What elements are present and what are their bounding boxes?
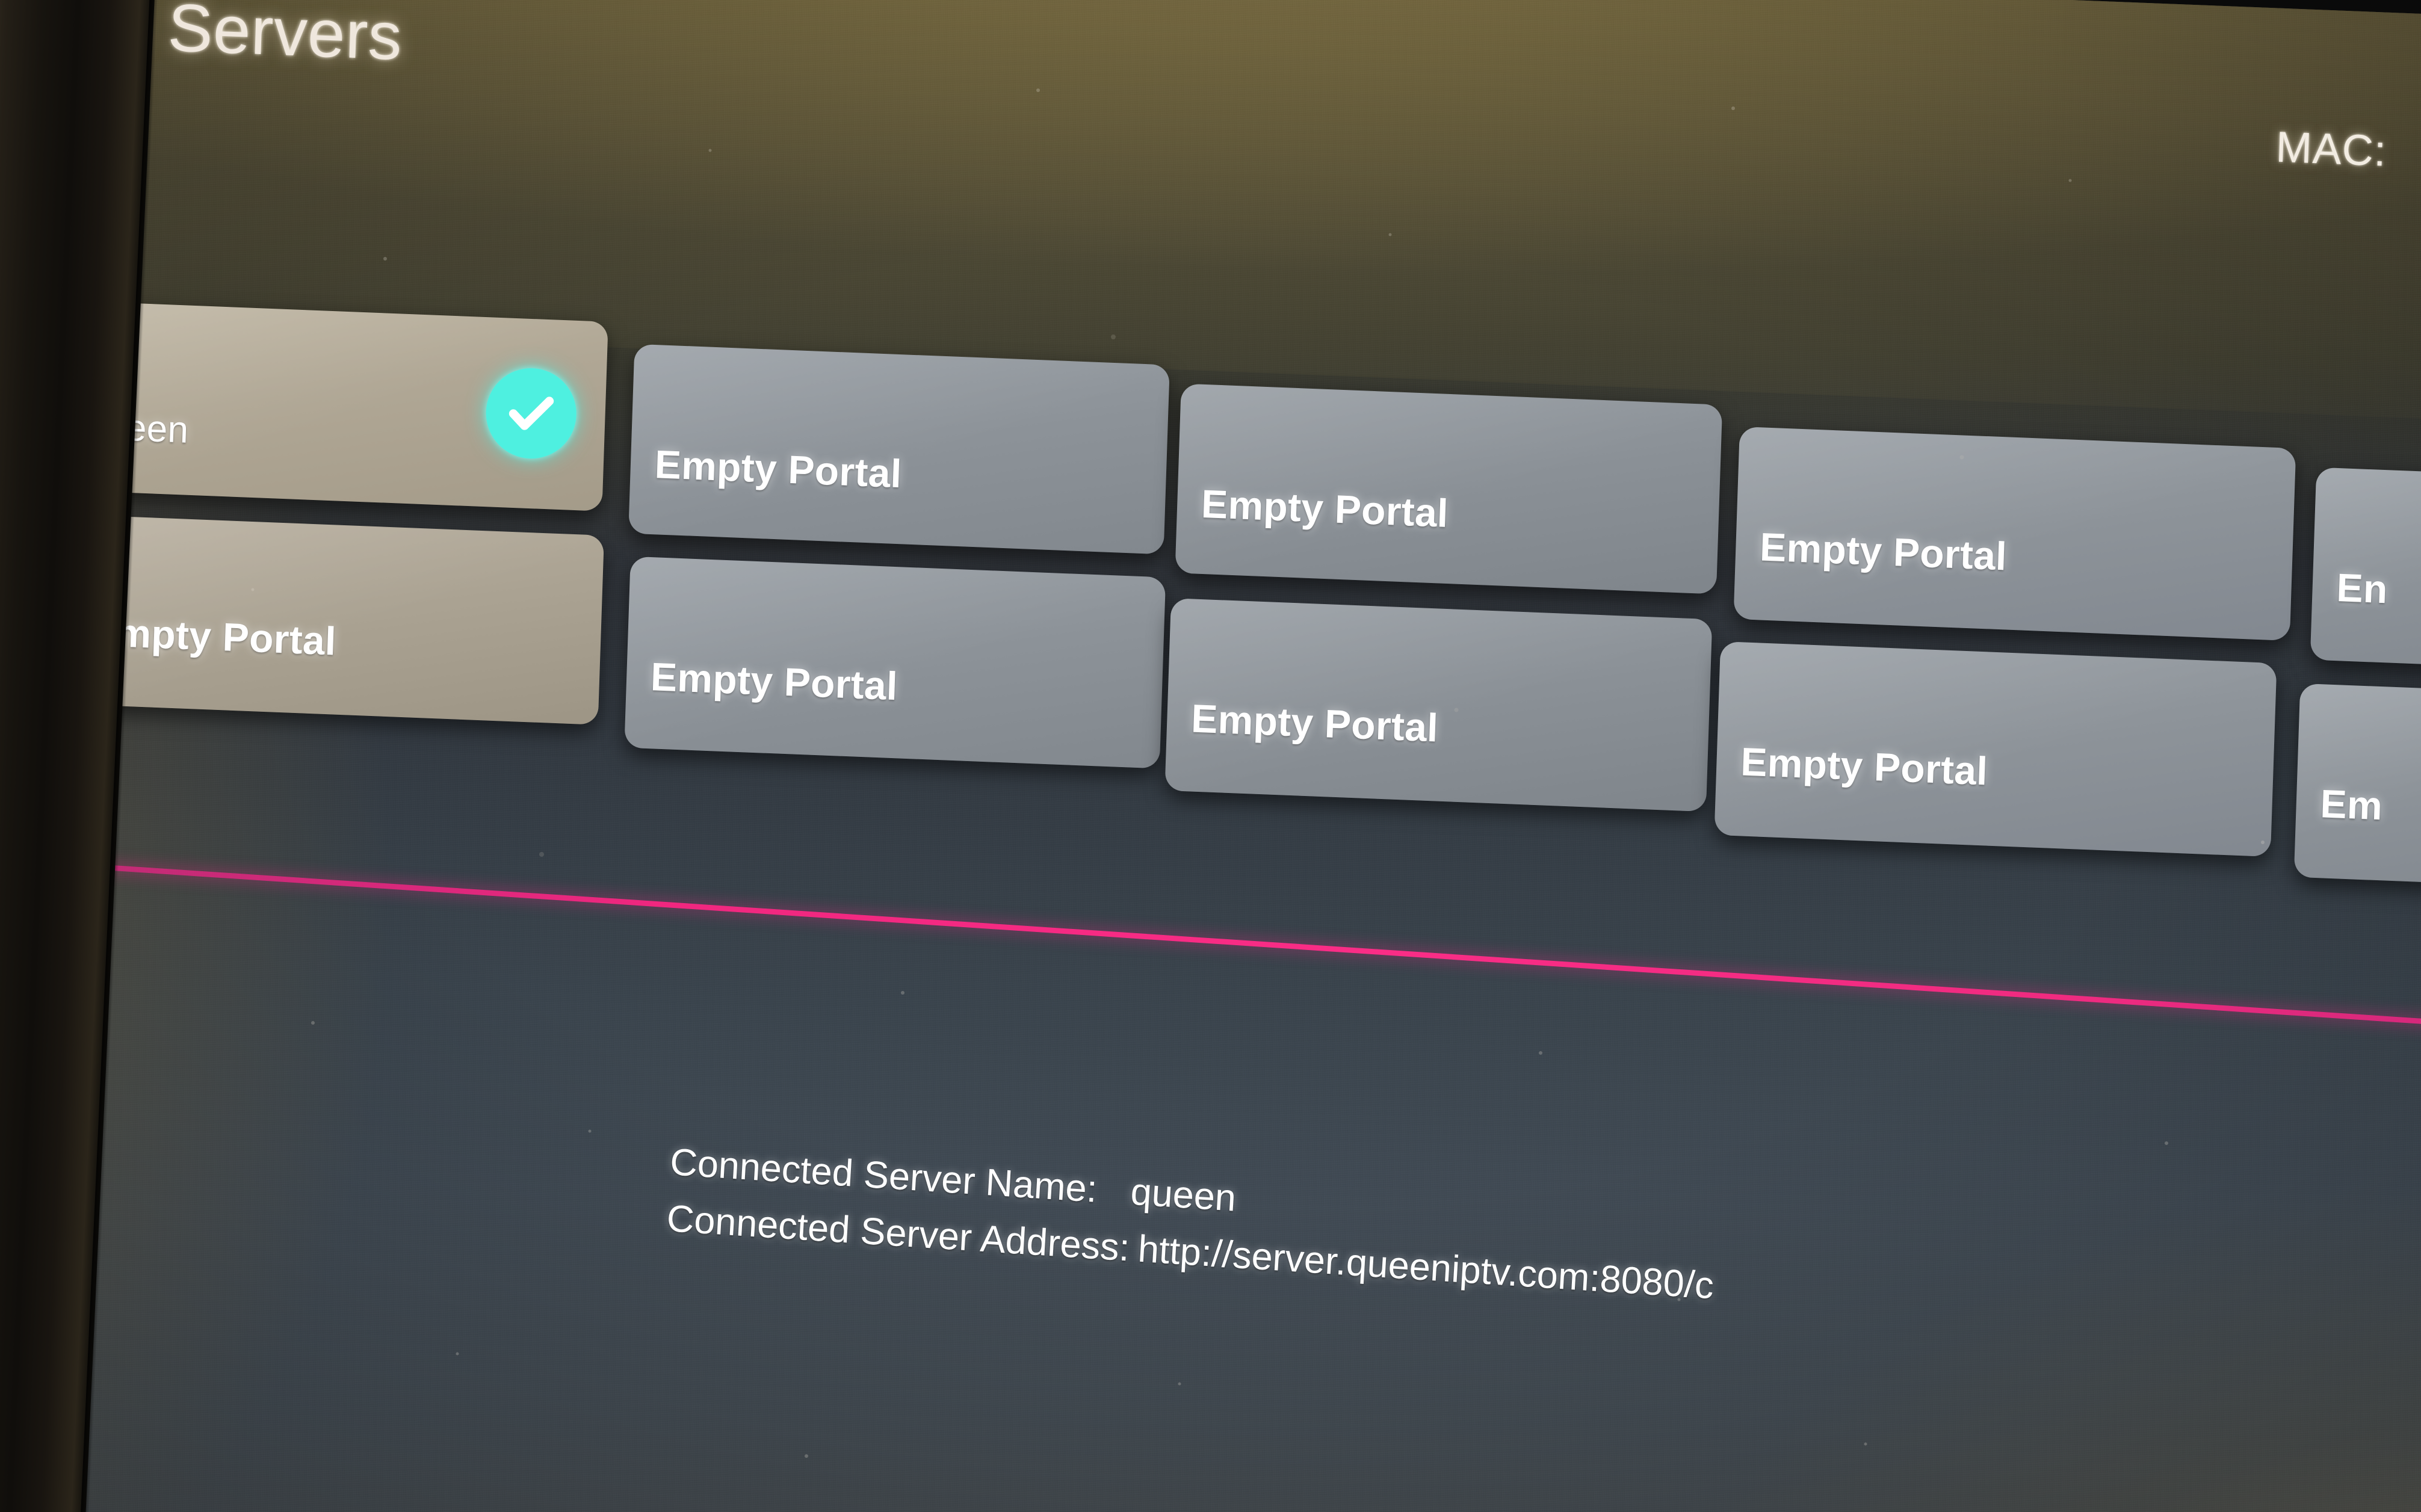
server-tile-label: En xyxy=(2336,565,2389,612)
server-tile-r1c5-clipped[interactable]: En xyxy=(2310,467,2421,670)
server-tile-r2c3[interactable]: Empty Portal xyxy=(1164,598,1713,812)
server-tile-label: Empty Portal xyxy=(1201,481,1449,535)
tv-screen-wrapper: All Servers MAC: queen Empty Portal Empt… xyxy=(0,0,2421,1512)
server-tile-label: Empty Portal xyxy=(654,442,903,496)
server-tile-r1c2[interactable]: Empty Portal xyxy=(628,344,1170,555)
server-tile-label: Empty Portal xyxy=(1759,524,2008,579)
server-tile-label: Em xyxy=(2319,781,2384,829)
server-tile-label: queen xyxy=(83,405,190,451)
server-tile-queen[interactable]: queen xyxy=(58,300,608,511)
check-icon xyxy=(484,366,578,460)
tv-screen: All Servers MAC: queen Empty Portal Empt… xyxy=(0,0,2421,1512)
server-tile-label: Empty Portal xyxy=(1190,696,1439,750)
server-tile-label: Empty Portal xyxy=(650,654,898,709)
server-tile-r1c3[interactable]: Empty Portal xyxy=(1175,383,1723,594)
server-tile-r2c2[interactable]: Empty Portal xyxy=(624,556,1166,769)
server-tile-r2c5-clipped[interactable]: Em xyxy=(2293,683,2421,887)
server-tile-r2c4[interactable]: Empty Portal xyxy=(1714,641,2277,857)
tv-photo: All Servers MAC: queen Empty Portal Empt… xyxy=(0,0,2421,1512)
connected-server-name-value: queen xyxy=(1129,1170,1237,1220)
server-tile-label: Empty Portal xyxy=(1740,739,1989,794)
server-tile-r1c4[interactable]: Empty Portal xyxy=(1733,426,2296,641)
server-tile-r2c1[interactable]: Empty Portal xyxy=(63,514,604,725)
server-tile-label: Empty Portal xyxy=(88,609,337,664)
